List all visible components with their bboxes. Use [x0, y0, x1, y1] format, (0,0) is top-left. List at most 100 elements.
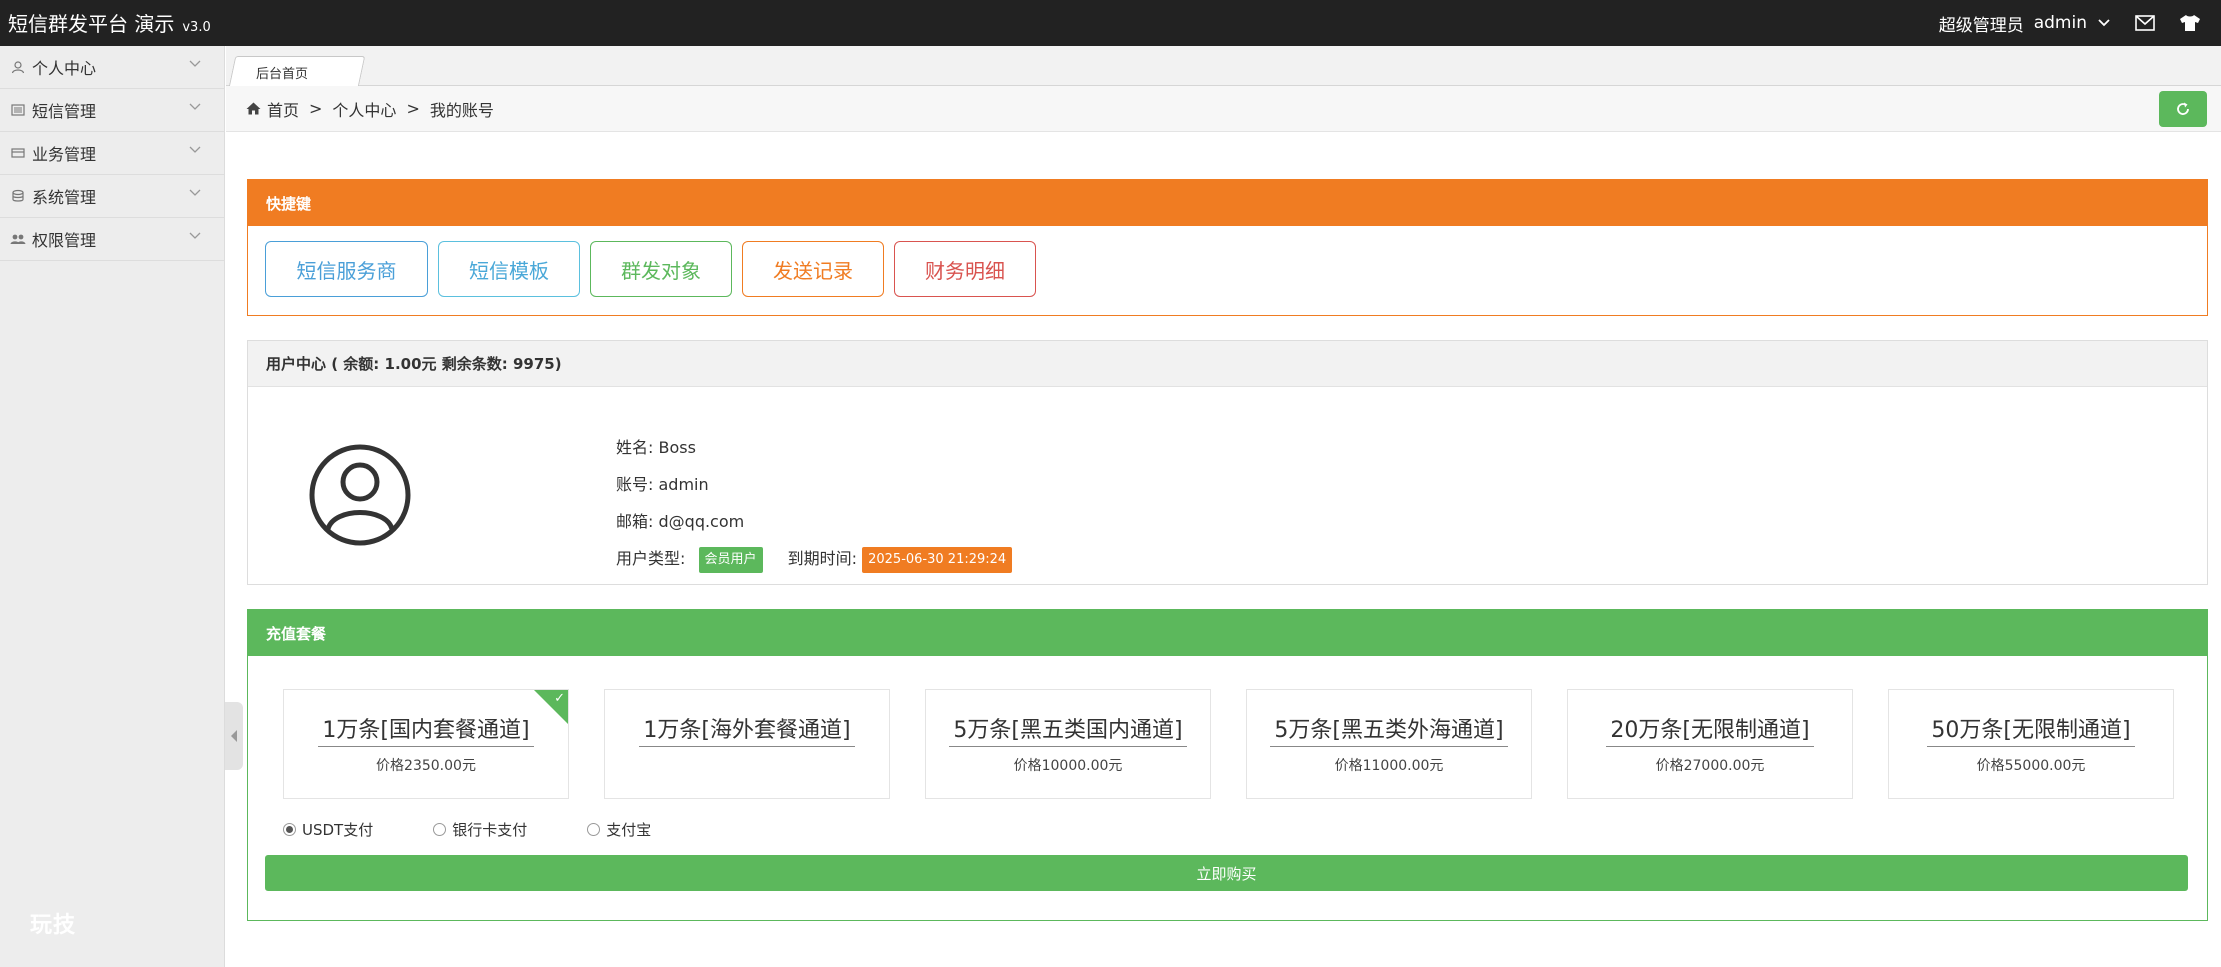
user-role: 超级管理员	[1938, 15, 2024, 36]
breadcrumb-current: 我的账号	[429, 100, 494, 120]
check-icon: ✓	[554, 691, 565, 706]
avatar	[308, 443, 412, 551]
panel-title: 快捷键	[248, 180, 2207, 226]
tab-home[interactable]: 后台首页	[256, 63, 308, 82]
user-icon	[10, 59, 26, 75]
package-price: 价格11000.00元	[1334, 758, 1444, 774]
user-center-panel: 用户中心 ( 余额: 1.00元 剩余条数: 9975) 姓名: Boss 账号…	[247, 340, 2208, 585]
user-menu[interactable]: 超级管理员 admin	[1939, 11, 2111, 36]
chevron-down-icon	[2098, 19, 2110, 27]
chevron-down-icon	[189, 146, 201, 153]
payment-bank-card[interactable]: 银行卡支付	[433, 819, 527, 840]
package-list: ✓ 1万条[国内套餐通道] 价格2350.00元 1万条[海外套餐通道] 5万条…	[283, 689, 2174, 799]
sidebar-item-label: 权限管理	[32, 231, 97, 250]
users-icon	[10, 231, 26, 247]
database-icon	[10, 188, 26, 204]
payment-label: 银行卡支付	[452, 821, 528, 839]
payment-alipay[interactable]: 支付宝	[587, 819, 651, 840]
mail-icon[interactable]	[2135, 15, 2155, 31]
sidebar-item-label: 短信管理	[32, 102, 97, 121]
sidebar: 个人中心 短信管理 业务管理 系统管理 权限管理 玩技	[0, 46, 225, 967]
user-avatar-icon	[309, 444, 411, 546]
user-name: admin	[2033, 13, 2087, 33]
shirt-icon[interactable]	[2179, 14, 2201, 32]
package-card[interactable]: ✓ 1万条[国内套餐通道] 价格2350.00元	[283, 689, 569, 799]
package-name: 1万条[海外套餐通道]	[639, 712, 855, 747]
user-type-badge: 会员用户	[698, 546, 763, 573]
chevron-down-icon	[189, 232, 201, 239]
package-price: 价格2350.00元	[376, 758, 476, 774]
package-price: 价格10000.00元	[1013, 758, 1123, 774]
panel-title: 用户中心 ( 余额: 1.00元 剩余条数: 9975)	[248, 341, 2207, 387]
package-name: 5万条[黑五类外海通道]	[1270, 712, 1508, 747]
account-label: 账号:	[616, 475, 654, 494]
package-name: 20万条[无限制通道]	[1606, 712, 1814, 747]
sidebar-item-business[interactable]: 业务管理	[0, 132, 224, 175]
breadcrumb-separator: >	[309, 99, 323, 118]
package-name: 5万条[黑五类国内通道]	[949, 712, 1187, 747]
quick-keys-panel: 快捷键 短信服务商 短信模板 群发对象 发送记录 财务明细	[247, 179, 2208, 316]
app-version: v3.0	[182, 20, 211, 35]
list-icon	[10, 102, 26, 118]
package-card[interactable]: 5万条[黑五类外海通道] 价格11000.00元	[1246, 689, 1532, 799]
expire-badge: 2025-06-30 21:29:24	[862, 546, 1013, 573]
sidebar-item-label: 系统管理	[32, 188, 97, 207]
quick-buttons: 短信服务商 短信模板 群发对象 发送记录 财务明细	[248, 226, 2207, 297]
chevron-down-icon	[189, 103, 201, 110]
recharge-panel: 充值套餐 ✓ 1万条[国内套餐通道] 价格2350.00元 1万条[海外套餐通道…	[247, 609, 2208, 921]
sidebar-item-permission[interactable]: 权限管理	[0, 218, 224, 261]
package-price: 价格55000.00元	[1976, 758, 2086, 774]
package-card[interactable]: 5万条[黑五类国内通道] 价格10000.00元	[925, 689, 1211, 799]
top-right-area: 超级管理员 admin	[1939, 0, 2201, 46]
app-brand: 短信群发平台 演示 v3.0	[8, 8, 211, 37]
breadcrumb-separator: >	[406, 99, 420, 118]
payment-label: USDT支付	[302, 821, 374, 839]
sms-provider-button[interactable]: 短信服务商	[265, 241, 428, 297]
sms-template-button[interactable]: 短信模板	[438, 241, 580, 297]
user-name-value: Boss	[658, 438, 696, 457]
package-card[interactable]: 50万条[无限制通道] 价格55000.00元	[1888, 689, 2174, 799]
email-label: 邮箱:	[616, 512, 654, 531]
sidebar-watermark: 玩技	[30, 913, 77, 938]
sidebar-collapse-handle[interactable]	[225, 702, 243, 770]
user-info: 姓名: Boss 账号: admin 邮箱: d@qq.com 用户类型: 会员…	[616, 429, 1013, 577]
package-price: 价格27000.00元	[1655, 758, 1765, 774]
card-icon	[10, 145, 26, 161]
breadcrumb-personal[interactable]: 个人中心	[332, 97, 396, 121]
radio-button[interactable]	[587, 823, 601, 836]
sidebar-item-label: 个人中心	[32, 59, 97, 78]
package-name: 1万条[国内套餐通道]	[318, 712, 534, 747]
expire-label: 到期时间:	[787, 549, 858, 568]
buy-now-button[interactable]: 立即购买	[265, 855, 2188, 891]
radio-button[interactable]	[433, 823, 447, 836]
user-type-label: 用户类型:	[616, 549, 686, 568]
chevron-down-icon	[189, 60, 201, 67]
payment-label: 支付宝	[606, 821, 652, 839]
tab-bar: 后台首页	[226, 46, 2221, 87]
payment-usdt[interactable]: USDT支付	[283, 819, 373, 840]
name-label: 姓名:	[616, 438, 654, 457]
home-icon	[246, 102, 261, 115]
email-value: d@qq.com	[658, 512, 745, 531]
chevron-down-icon	[189, 189, 201, 196]
package-card[interactable]: 1万条[海外套餐通道]	[604, 689, 890, 799]
account-value: admin	[658, 475, 709, 494]
app-title: 短信群发平台 演示	[8, 12, 175, 36]
group-target-button[interactable]: 群发对象	[590, 241, 732, 297]
sidebar-item-personal[interactable]: 个人中心	[0, 46, 224, 89]
sidebar-item-sms[interactable]: 短信管理	[0, 89, 224, 132]
finance-detail-button[interactable]: 财务明细	[894, 241, 1036, 297]
refresh-button[interactable]	[2159, 91, 2207, 127]
send-record-button[interactable]: 发送记录	[742, 241, 884, 297]
radio-button[interactable]	[283, 823, 296, 836]
package-name: 50万条[无限制通道]	[1927, 712, 2135, 747]
top-bar: 短信群发平台 演示 v3.0 超级管理员 admin	[0, 0, 2221, 46]
payment-options: USDT支付 银行卡支付 支付宝	[283, 819, 651, 840]
panel-title: 充值套餐	[248, 610, 2207, 656]
package-card[interactable]: 20万条[无限制通道] 价格27000.00元	[1567, 689, 1853, 799]
breadcrumb: 首页 > 个人中心 > 我的账号	[226, 86, 2221, 132]
refresh-icon	[2177, 102, 2189, 115]
sidebar-item-label: 业务管理	[32, 145, 97, 164]
sidebar-item-system[interactable]: 系统管理	[0, 175, 224, 218]
breadcrumb-home[interactable]: 首页	[267, 97, 299, 121]
